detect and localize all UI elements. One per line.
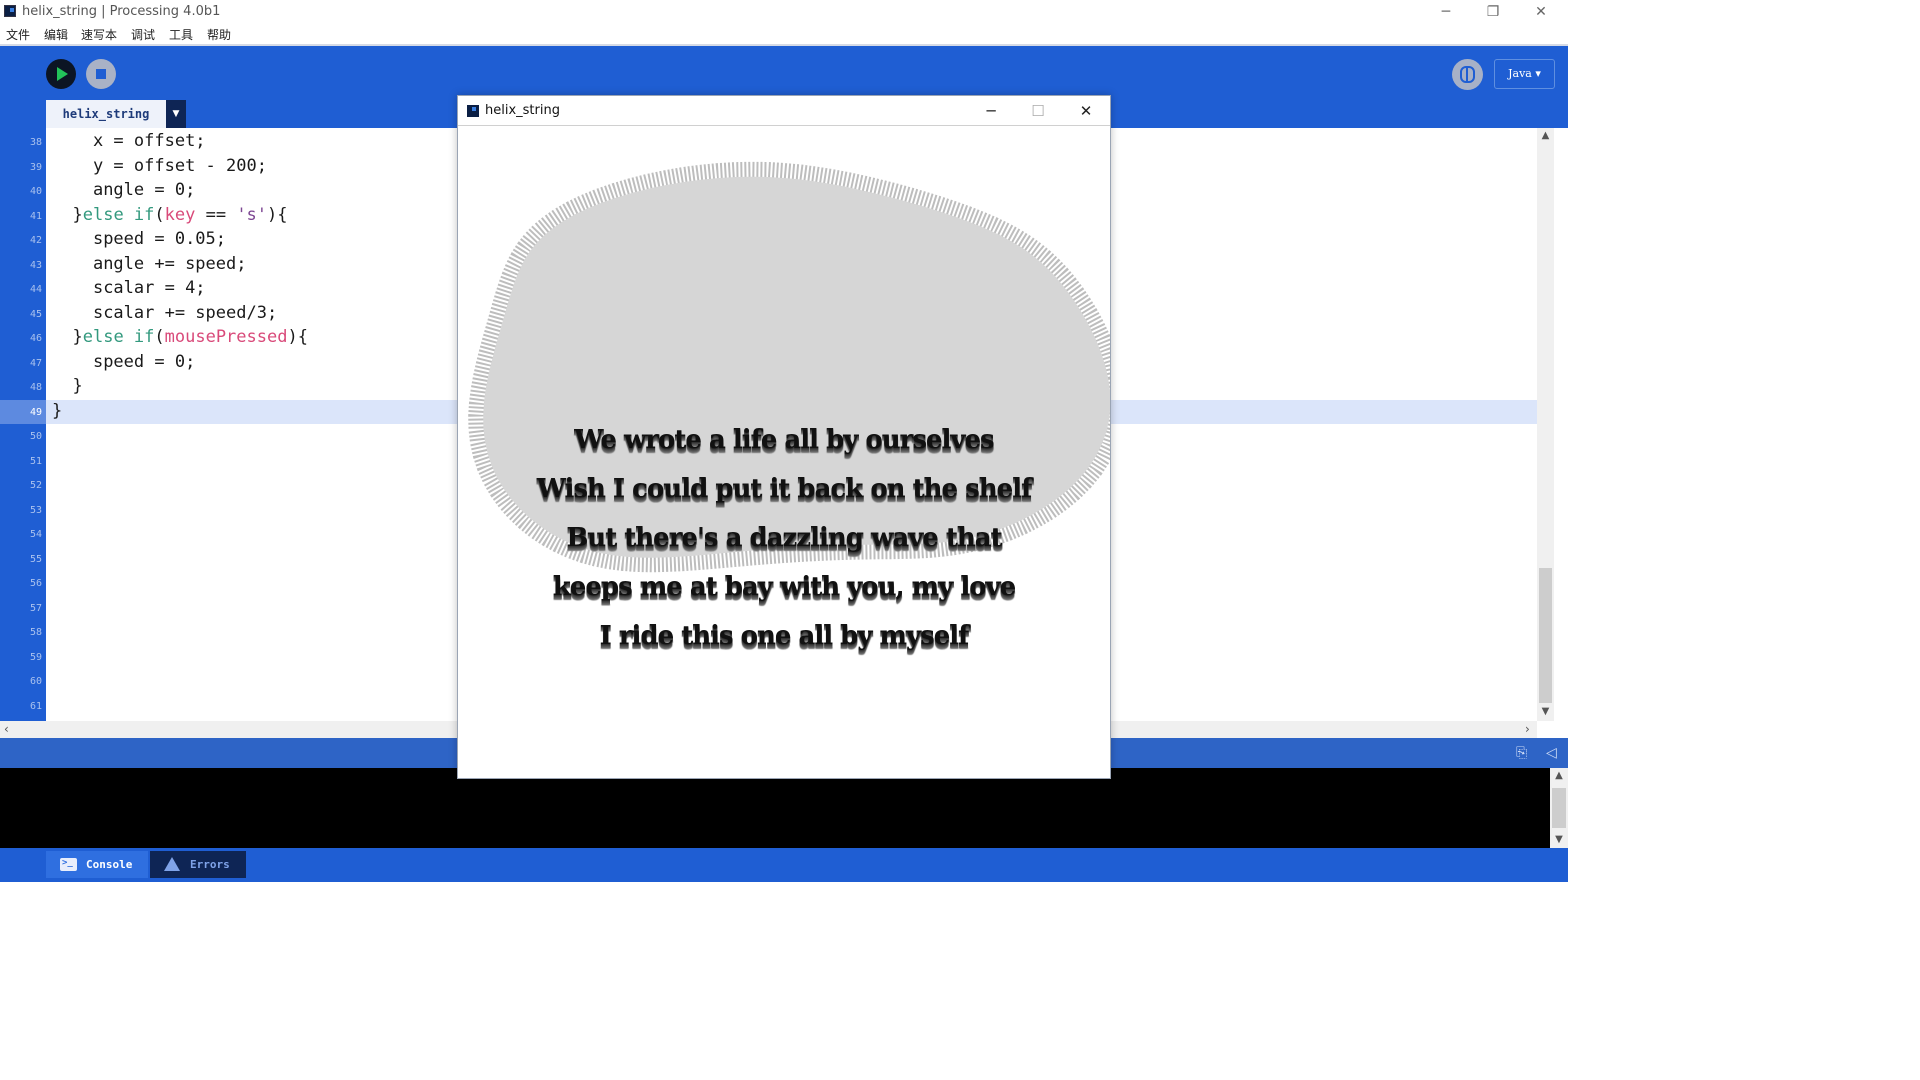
lyric-line: keeps me at bay with you, my love <box>552 572 1016 602</box>
line-number: 48 <box>29 382 42 393</box>
line-number: 57 <box>29 602 42 614</box>
menu-sketch[interactable]: 速写本 <box>81 26 117 43</box>
line-number: 56 <box>29 578 42 589</box>
line-number: 54 <box>29 529 42 540</box>
run-button[interactable] <box>46 59 76 89</box>
tab-menu-button[interactable]: ▼ <box>166 100 186 128</box>
code-line: y = offset - 200; <box>92 155 267 176</box>
debugger-button[interactable] <box>1452 59 1483 90</box>
line-number: 53 <box>29 504 42 516</box>
sketch-window-title: helix_string <box>485 103 560 118</box>
scroll-thumb[interactable] <box>1539 568 1552 703</box>
sketch-app-icon <box>467 105 479 117</box>
menu-bar: 文件 编辑 速写本 调试 工具 帮助 <box>0 24 1568 44</box>
tab-helix-string[interactable]: helix_string <box>46 100 166 128</box>
scroll-down-icon[interactable]: ▼ <box>1537 706 1554 717</box>
collapse-console-icon[interactable]: ◁ <box>1546 745 1557 761</box>
line-number: 47 <box>29 357 42 369</box>
code-line: speed = 0.05; <box>92 229 227 249</box>
terminal-icon <box>60 850 77 877</box>
line-number: 51 <box>29 455 42 467</box>
stop-button[interactable] <box>86 59 116 89</box>
lyric-line: We wrote a life all by ourselves <box>574 425 994 455</box>
line-number: 40 <box>29 186 42 197</box>
tab-errors-label: Errors <box>190 858 230 871</box>
processing-app-icon <box>4 5 16 17</box>
title-bar: helix_string | Processing 4.0b1 ─ ❐ ✕ <box>0 0 1568 24</box>
bug-icon <box>1460 66 1475 83</box>
line-number: 49 <box>29 406 42 418</box>
menu-debug[interactable]: 调试 <box>131 26 155 43</box>
line-number: 46 <box>29 333 42 344</box>
sketch-title-bar: helix_string ─ ☐ ✕ <box>458 96 1110 126</box>
tab-console[interactable]: Console <box>46 850 148 878</box>
close-button[interactable]: ✕ <box>1523 2 1559 22</box>
menu-edit[interactable]: 编辑 <box>44 26 68 43</box>
code-line: angle += speed; <box>92 253 247 274</box>
line-number: 55 <box>29 553 42 565</box>
scroll-right-icon[interactable]: › <box>1525 721 1530 738</box>
mode-selector[interactable]: Java ▾ <box>1494 59 1555 89</box>
sketch-maximize-button[interactable]: ☐ <box>1018 100 1058 122</box>
sketch-canvas[interactable]: We wrote a life all by ourselves Wish I c… <box>458 127 1110 778</box>
line-number: 50 <box>29 431 42 442</box>
menu-file[interactable]: 文件 <box>6 26 30 43</box>
code-line: }else if(mousePressed){ <box>72 327 308 347</box>
code-line: speed = 0; <box>92 351 196 372</box>
scroll-left-icon[interactable]: ‹ <box>4 721 9 738</box>
line-number: 43 <box>29 259 42 271</box>
tab-console-label: Console <box>86 858 133 871</box>
line-number: 45 <box>29 308 42 320</box>
line-number-gutter: 38 39 40 41 42 43 44 45 46 47 48 49 50 51 52 53 54 55 56 57… <box>0 128 46 721</box>
line-number: 58 <box>29 627 42 638</box>
code-line: x = offset; <box>92 131 206 151</box>
sketch-close-button[interactable]: ✕ <box>1066 100 1106 122</box>
console-tab-bar: Console Errors <box>0 848 1568 882</box>
code-line: } <box>72 376 83 396</box>
code-line: }else if(key == 's'){ <box>72 204 288 225</box>
sketch-minimize-button[interactable]: ─ <box>971 100 1011 122</box>
restore-button[interactable]: ❐ <box>1475 2 1511 22</box>
line-number: 42 <box>29 235 42 246</box>
copy-console-icon[interactable]: ⎘ <box>1516 745 1527 761</box>
minimize-button[interactable]: ─ <box>1428 2 1464 22</box>
window-title: helix_string | Processing 4.0b1 <box>22 4 221 19</box>
line-number: 52 <box>29 480 42 491</box>
line-number: 59 <box>29 651 42 663</box>
scroll-up-icon[interactable]: ▲ <box>1537 130 1554 141</box>
menu-tools[interactable]: 工具 <box>169 26 193 43</box>
code-line: } <box>52 400 63 421</box>
stop-icon <box>96 69 106 79</box>
lyric-line: Wish I could put it back on the shelf <box>536 474 1033 504</box>
line-number: 41 <box>29 210 42 222</box>
menu-help[interactable]: 帮助 <box>207 26 231 43</box>
console-scroll-up-icon[interactable]: ▲ <box>1550 770 1568 781</box>
line-number: 60 <box>29 676 42 687</box>
code-line: scalar = 4; <box>92 278 206 298</box>
warning-icon <box>164 857 180 871</box>
lyric-line: I ride this one all by myself <box>599 621 970 651</box>
line-number: 44 <box>29 284 42 295</box>
line-number: 39 <box>29 161 42 173</box>
line-number: 38 <box>29 137 42 148</box>
code-line: angle = 0; <box>92 180 196 200</box>
tab-errors[interactable]: Errors <box>150 851 246 878</box>
play-icon <box>57 67 68 81</box>
editor-vertical-scrollbar[interactable]: ▲ ▼ <box>1537 128 1554 721</box>
console-scroll-thumb[interactable] <box>1552 788 1566 828</box>
console-scroll-down-icon[interactable]: ▼ <box>1550 834 1568 845</box>
console-output[interactable] <box>0 768 1550 848</box>
lyric-line: But there's a dazzling wave that <box>566 523 1002 553</box>
sketch-window: helix_string ─ ☐ ✕ We wrote a life all b… <box>457 95 1111 779</box>
line-number: 61 <box>29 700 42 712</box>
code-line: scalar += speed/3; <box>92 302 278 323</box>
console-scrollbar[interactable]: ▲ ▼ <box>1550 768 1568 848</box>
